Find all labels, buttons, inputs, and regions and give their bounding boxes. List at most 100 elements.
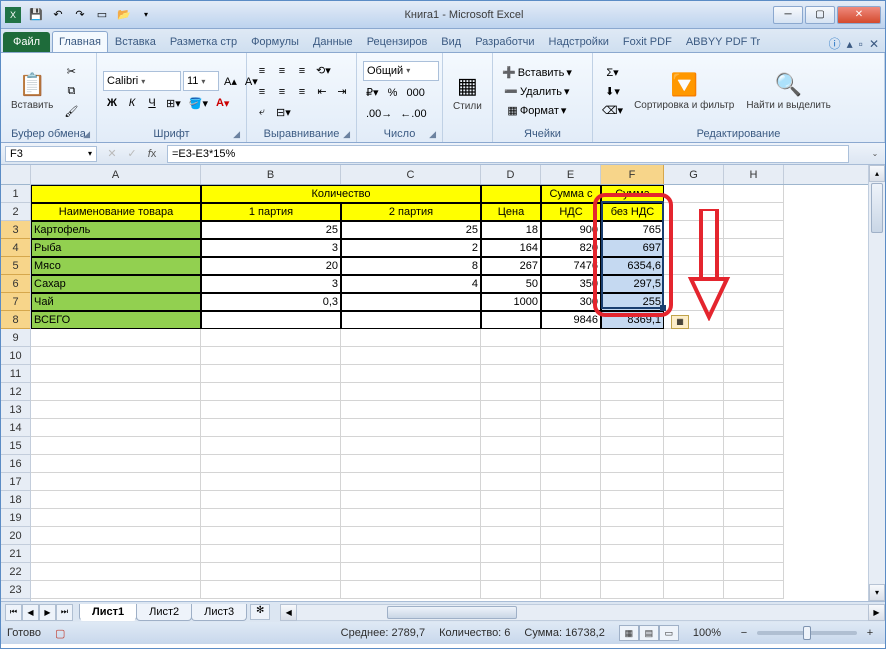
cell-B2[interactable]: 1 партия (201, 203, 341, 221)
cell-F23[interactable] (601, 581, 664, 599)
cut-icon[interactable]: ✂ (61, 63, 81, 81)
horizontal-scrollbar[interactable]: ◀ ▶ (280, 604, 885, 621)
cell-C23[interactable] (341, 581, 481, 599)
row-header-2[interactable]: 2 (1, 203, 30, 221)
autofill-options-icon[interactable]: ▦ (671, 315, 689, 329)
cell-B10[interactable] (201, 347, 341, 365)
undo-icon[interactable]: ↶ (49, 7, 67, 23)
cell-H9[interactable] (724, 329, 784, 347)
orientation-icon[interactable]: ⟲▾ (313, 62, 334, 80)
cell-A9[interactable] (31, 329, 201, 347)
cancel-formula-icon[interactable]: ✕ (103, 147, 121, 160)
cell-F3[interactable]: 765 (601, 221, 664, 239)
cell-F7[interactable]: 255 (601, 293, 664, 311)
tab-addins[interactable]: Надстройки (542, 31, 616, 52)
cell-C8[interactable] (341, 311, 481, 329)
cell-D1[interactable] (481, 185, 541, 203)
cell-A22[interactable] (31, 563, 201, 581)
cell-B19[interactable] (201, 509, 341, 527)
cell-H23[interactable] (724, 581, 784, 599)
cell-C9[interactable] (341, 329, 481, 347)
cells-format-button[interactable]: ▦Формат▾ (499, 102, 575, 120)
align-right-icon[interactable]: ≡ (293, 83, 311, 101)
col-header-G[interactable]: G (664, 165, 724, 184)
cell-C10[interactable] (341, 347, 481, 365)
tab-home[interactable]: Главная (52, 31, 108, 52)
cell-G22[interactable] (664, 563, 724, 581)
cell-D5[interactable]: 267 (481, 257, 541, 275)
cell-F10[interactable] (601, 347, 664, 365)
row-header-3[interactable]: 3 (1, 221, 30, 239)
vertical-scrollbar[interactable]: ▴ ▾ (868, 165, 885, 601)
cell-C15[interactable] (341, 437, 481, 455)
cell-F5[interactable]: 6354,6 (601, 257, 664, 275)
row-header-7[interactable]: 7 (1, 293, 30, 311)
wrap-text-icon[interactable]: ⤶ (253, 104, 271, 122)
cell-D21[interactable] (481, 545, 541, 563)
view-layout-icon[interactable]: ▤ (639, 625, 659, 641)
zoom-slider[interactable] (757, 631, 857, 635)
cell-D2[interactable]: Цена (481, 203, 541, 221)
percent-icon[interactable]: % (384, 84, 402, 102)
cell-H16[interactable] (724, 455, 784, 473)
cell-G6[interactable] (664, 275, 724, 293)
align-bottom-icon[interactable]: ≡ (293, 62, 311, 80)
italic-icon[interactable]: К (123, 94, 141, 112)
qat-more-icon[interactable]: ▾ (137, 7, 155, 23)
cell-D14[interactable] (481, 419, 541, 437)
indent-dec-icon[interactable]: ⇤ (313, 83, 331, 101)
cell-D16[interactable] (481, 455, 541, 473)
align-middle-icon[interactable]: ≡ (273, 62, 291, 80)
name-box[interactable]: F3▾ (5, 146, 97, 162)
cell-G11[interactable] (664, 365, 724, 383)
cell-B7[interactable]: 0,3 (201, 293, 341, 311)
cell-C12[interactable] (341, 383, 481, 401)
cell-B23[interactable] (201, 581, 341, 599)
cell-B9[interactable] (201, 329, 341, 347)
cell-H7[interactable] (724, 293, 784, 311)
cell-H17[interactable] (724, 473, 784, 491)
cell-B8[interactable] (201, 311, 341, 329)
row-header-13[interactable]: 13 (1, 401, 30, 419)
view-pagebreak-icon[interactable]: ▭ (659, 625, 679, 641)
cell-F15[interactable] (601, 437, 664, 455)
cell-E4[interactable]: 820 (541, 239, 601, 257)
hscroll-thumb[interactable] (387, 606, 517, 619)
cell-H14[interactable] (724, 419, 784, 437)
sort-filter-button[interactable]: 🔽Сортировка и фильтр (630, 70, 738, 113)
row-header-10[interactable]: 10 (1, 347, 30, 365)
cell-C17[interactable] (341, 473, 481, 491)
col-header-A[interactable]: A (31, 165, 201, 184)
cell-F16[interactable] (601, 455, 664, 473)
tab-foxit[interactable]: Foxit PDF (616, 31, 679, 52)
cell-D4[interactable]: 164 (481, 239, 541, 257)
cell-C14[interactable] (341, 419, 481, 437)
cell-E8[interactable]: 9846 (541, 311, 601, 329)
dec-decimal-icon[interactable]: ←.00 (397, 105, 429, 123)
row-header-8[interactable]: 8 (1, 311, 30, 329)
cell-A4[interactable]: Рыба (31, 239, 201, 257)
tab-first-icon[interactable]: ⏮ (5, 604, 22, 621)
cell-C2[interactable]: 2 партия (341, 203, 481, 221)
tab-insert[interactable]: Вставка (108, 31, 163, 52)
cell-A5[interactable]: Мясо (31, 257, 201, 275)
fill-icon[interactable]: ⬇▾ (599, 83, 626, 101)
col-header-H[interactable]: H (724, 165, 784, 184)
tab-layout[interactable]: Разметка стр (163, 31, 244, 52)
cell-E19[interactable] (541, 509, 601, 527)
cell-B5[interactable]: 20 (201, 257, 341, 275)
cell-E18[interactable] (541, 491, 601, 509)
cell-F19[interactable] (601, 509, 664, 527)
new-sheet-icon[interactable]: ✻ (250, 604, 270, 620)
number-format-combo[interactable]: Общий▾ (363, 61, 439, 81)
cell-C3[interactable]: 25 (341, 221, 481, 239)
cell-B11[interactable] (201, 365, 341, 383)
paste-button[interactable]: 📋 Вставить (7, 70, 57, 113)
cell-H21[interactable] (724, 545, 784, 563)
cell-G15[interactable] (664, 437, 724, 455)
indent-inc-icon[interactable]: ⇥ (333, 83, 351, 101)
cell-F18[interactable] (601, 491, 664, 509)
doc-close-icon[interactable]: ✕ (869, 37, 879, 51)
cell-G3[interactable] (664, 221, 724, 239)
merge-icon[interactable]: ⊟▾ (273, 104, 294, 122)
